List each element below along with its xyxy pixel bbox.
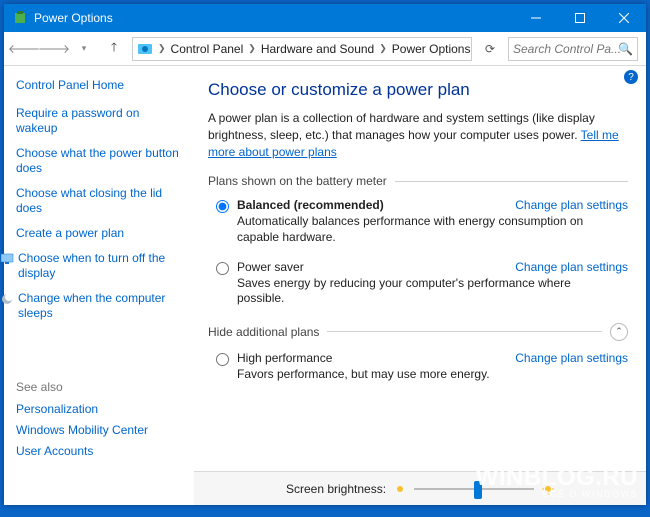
plan-high-performance: High performance Change plan settings Fa… bbox=[208, 351, 628, 393]
app-icon bbox=[12, 10, 28, 26]
sidebar-link-display-off[interactable]: Choose when to turn off the display bbox=[0, 251, 182, 281]
search-input[interactable] bbox=[513, 42, 633, 56]
collapse-icon[interactable]: ⌃ bbox=[610, 323, 628, 341]
titlebar: Power Options bbox=[4, 4, 646, 32]
sidebar-link-sleep[interactable]: Change when the computer sleeps bbox=[0, 291, 182, 321]
window-title: Power Options bbox=[34, 11, 113, 25]
plan-radio-power-saver[interactable] bbox=[216, 262, 229, 275]
description-text: A power plan is a collection of hardware… bbox=[208, 111, 595, 142]
see-also-heading: See also bbox=[16, 380, 186, 394]
plan-power-saver: Power saver Change plan settings Saves e… bbox=[208, 260, 628, 317]
page-heading: Choose or customize a power plan bbox=[208, 80, 628, 100]
body: Control Panel Home Require a password on… bbox=[4, 66, 646, 505]
brightness-bar: Screen brightness: bbox=[194, 471, 646, 505]
minimize-button[interactable] bbox=[514, 4, 558, 32]
recent-dropdown[interactable]: ▾ bbox=[72, 37, 96, 61]
sidebar-link-power-button[interactable]: Choose what the power button does bbox=[16, 146, 182, 176]
control-panel-home-link[interactable]: Control Panel Home bbox=[16, 78, 182, 92]
plan-balanced: Balanced (recommended) Change plan setti… bbox=[208, 198, 628, 255]
breadcrumb-item[interactable]: Hardware and Sound bbox=[261, 42, 374, 56]
sidebar-item-label: Choose when to turn off the display bbox=[18, 251, 182, 281]
change-plan-settings-link[interactable]: Change plan settings bbox=[515, 351, 628, 365]
search-icon: 🔍 bbox=[618, 42, 633, 56]
close-button[interactable] bbox=[602, 4, 646, 32]
section-title: Plans shown on the battery meter bbox=[208, 174, 387, 188]
navbar: 🡐 🡒 ▾ 🡑 ❯ Control Panel ❯ Hardware and S… bbox=[4, 32, 646, 66]
monitor-icon bbox=[0, 252, 14, 266]
see-also-mobility-center[interactable]: Windows Mobility Center bbox=[16, 423, 186, 438]
plan-description: Saves energy by reducing your computer's… bbox=[237, 276, 597, 307]
brightness-slider[interactable] bbox=[414, 479, 534, 499]
plan-radio-high-performance[interactable] bbox=[216, 353, 229, 366]
plan-radio-balanced[interactable] bbox=[216, 200, 229, 213]
maximize-button[interactable] bbox=[558, 4, 602, 32]
sidebar-link-lid[interactable]: Choose what closing the lid does bbox=[16, 186, 182, 216]
refresh-button[interactable]: ⟳ bbox=[478, 37, 502, 61]
sidebar-link-create-plan[interactable]: Create a power plan bbox=[16, 226, 182, 241]
sidebar-link-password[interactable]: Require a password on wakeup bbox=[16, 106, 182, 136]
divider bbox=[395, 181, 628, 182]
slider-thumb[interactable] bbox=[474, 481, 482, 499]
plan-name: High performance bbox=[237, 351, 332, 365]
plan-description: Automatically balances performance with … bbox=[237, 214, 597, 245]
sidebar-item-label: Change when the computer sleeps bbox=[18, 291, 182, 321]
up-button[interactable]: 🡑 bbox=[102, 37, 126, 61]
sun-bright-icon bbox=[542, 483, 554, 495]
plan-name: Power saver bbox=[237, 260, 304, 274]
sun-dim-icon bbox=[394, 483, 406, 495]
forward-button[interactable]: 🡒 bbox=[42, 37, 66, 61]
sidebar: Control Panel Home Require a password on… bbox=[4, 66, 194, 505]
brightness-label: Screen brightness: bbox=[286, 482, 386, 496]
window: Power Options 🡐 🡒 ▾ 🡑 ❯ Control Panel ❯ … bbox=[4, 4, 646, 505]
breadcrumb-item[interactable]: Power Options bbox=[392, 42, 471, 56]
control-panel-icon bbox=[137, 41, 153, 57]
help-icon[interactable]: ? bbox=[624, 70, 638, 84]
breadcrumb-item[interactable]: Control Panel bbox=[171, 42, 244, 56]
moon-icon bbox=[0, 292, 14, 306]
see-also-personalization[interactable]: Personalization bbox=[16, 402, 186, 417]
section-title: Hide additional plans bbox=[208, 325, 319, 339]
chevron-right-icon: ❯ bbox=[155, 43, 169, 54]
chevron-right-icon: ❯ bbox=[376, 43, 390, 54]
section-hide-additional: Hide additional plans ⌃ bbox=[208, 323, 628, 341]
chevron-right-icon: ❯ bbox=[245, 43, 259, 54]
search-box[interactable]: 🔍 bbox=[508, 37, 638, 61]
divider bbox=[327, 331, 602, 332]
content: ? Choose or customize a power plan A pow… bbox=[194, 66, 646, 505]
page-description: A power plan is a collection of hardware… bbox=[208, 110, 628, 160]
change-plan-settings-link[interactable]: Change plan settings bbox=[515, 260, 628, 274]
back-button[interactable]: 🡐 bbox=[12, 37, 36, 61]
see-also-section: See also Personalization Windows Mobilit… bbox=[16, 380, 186, 465]
section-plans-shown: Plans shown on the battery meter bbox=[208, 174, 628, 188]
plan-name: Balanced (recommended) bbox=[237, 198, 384, 212]
breadcrumb[interactable]: ❯ Control Panel ❯ Hardware and Sound ❯ P… bbox=[132, 37, 472, 61]
plan-description: Favors performance, but may use more ene… bbox=[237, 367, 597, 383]
see-also-user-accounts[interactable]: User Accounts bbox=[16, 444, 186, 459]
change-plan-settings-link[interactable]: Change plan settings bbox=[515, 198, 628, 212]
